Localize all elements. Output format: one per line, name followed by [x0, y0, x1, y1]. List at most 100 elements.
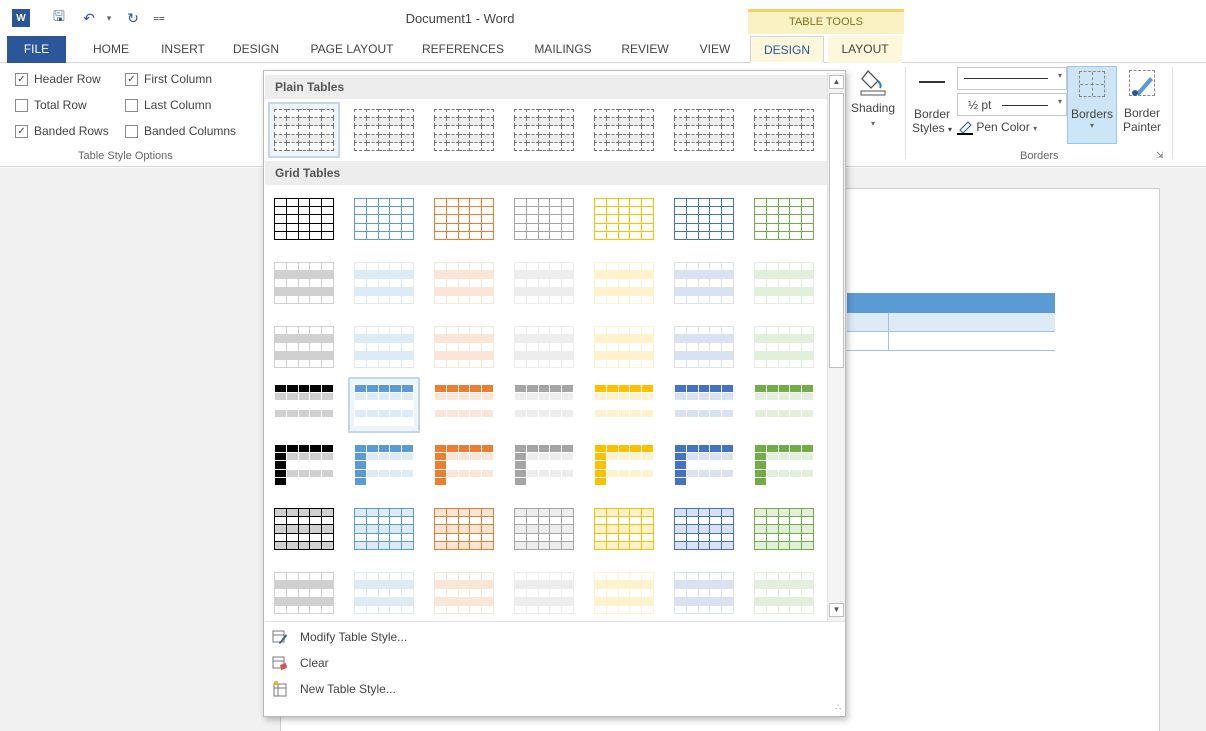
chevron-down-icon: ▾	[1089, 121, 1094, 130]
grid-table-style-2-5[interactable]	[588, 255, 660, 311]
grid-table-style-1-7[interactable]	[748, 191, 820, 247]
grid-table-style-6-7[interactable]	[748, 501, 820, 557]
grid-table-style-2-2[interactable]	[348, 255, 420, 311]
table-tools-context-label: TABLE TOOLS	[748, 9, 904, 34]
plain-table-style-7[interactable]	[748, 102, 820, 158]
tab-table-layout[interactable]: LAYOUT	[828, 36, 902, 63]
grid-table-style-6-6[interactable]	[668, 501, 740, 557]
grid-table-style-5-3[interactable]	[428, 437, 500, 493]
grid-table-style-5-4[interactable]	[508, 437, 580, 493]
grid-table-style-7-4[interactable]	[508, 565, 580, 621]
header-row-checkbox[interactable]: ✓ Header Row	[15, 72, 101, 86]
grid-table-style-1-6[interactable]	[668, 191, 740, 247]
chevron-down-icon: ▾	[948, 125, 953, 134]
grid-table-style-5-1[interactable]	[268, 437, 340, 493]
chevron-down-icon: ▾	[1033, 124, 1038, 133]
scrollbar-thumb[interactable]	[829, 93, 844, 368]
tab-references[interactable]: REFERENCES	[416, 36, 510, 63]
shading-button[interactable]: Shading ▾	[848, 67, 898, 145]
tab-page-layout[interactable]: PAGE LAYOUT	[300, 36, 404, 63]
grid-table-style-2-3[interactable]	[428, 255, 500, 311]
grid-table-style-5-5[interactable]	[588, 437, 660, 493]
tab-insert[interactable]: INSERT	[150, 36, 216, 63]
grid-table-style-3-6[interactable]	[668, 319, 740, 375]
grid-table-style-5-7[interactable]	[748, 437, 820, 493]
grid-table-style-3-4[interactable]	[508, 319, 580, 375]
tab-view[interactable]: VIEW	[686, 36, 744, 63]
plain-table-style-2[interactable]	[348, 102, 420, 158]
grid-table-style-2-7[interactable]	[748, 255, 820, 311]
grid-table-style-1-3[interactable]	[428, 191, 500, 247]
grid-table-style-3-1[interactable]	[268, 319, 340, 375]
plain-table-style-6[interactable]	[668, 102, 740, 158]
grid-table-style-4-5[interactable]	[588, 377, 660, 433]
tab-file[interactable]: FILE	[7, 36, 66, 63]
dialog-launcher-icon[interactable]: ⇲	[1156, 150, 1164, 161]
grid-table-style-7-2[interactable]	[348, 565, 420, 621]
checkbox-check-icon: ✓	[15, 72, 28, 86]
tab-home[interactable]: HOME	[78, 36, 144, 63]
plain-table-style-3[interactable]	[428, 102, 500, 158]
clear-table-style-menu-item[interactable]: Clear	[272, 652, 329, 674]
grid-table-style-6-5[interactable]	[588, 501, 660, 557]
grid-table-style-3-2[interactable]	[348, 319, 420, 375]
grid-table-style-1-4[interactable]	[508, 191, 580, 247]
grid-table-style-4-3[interactable]	[428, 377, 500, 433]
grid-table-style-4-6[interactable]	[668, 377, 740, 433]
grid-table-style-4-2[interactable]	[348, 377, 420, 433]
tab-mailings[interactable]: MAILINGS	[523, 36, 603, 63]
grid-table-style-3-7[interactable]	[748, 319, 820, 375]
plain-table-style-1[interactable]	[268, 102, 340, 158]
border-styles-button[interactable]: Border Styles ▾	[910, 71, 954, 149]
banded-columns-checkbox[interactable]: Banded Columns	[125, 124, 236, 138]
new-table-style-menu-item[interactable]: New Table Style...	[272, 678, 396, 700]
grid-table-style-7-1[interactable]	[268, 565, 340, 621]
grid-table-style-1-5[interactable]	[588, 191, 660, 247]
plain-table-style-4[interactable]	[508, 102, 580, 158]
grid-table-style-1-1[interactable]	[268, 191, 340, 247]
pen-color-button[interactable]: Pen Color ▾	[957, 120, 1057, 140]
grid-table-style-4-1[interactable]	[268, 377, 340, 433]
grid-table-style-6-4[interactable]	[508, 501, 580, 557]
grid-table-style-4-7[interactable]	[748, 377, 820, 433]
grid-table-style-6-2[interactable]	[348, 501, 420, 557]
line-weight-dropdown[interactable]: ½ pt ▾	[957, 93, 1067, 116]
chevron-down-icon: ▾	[870, 119, 875, 128]
clear-style-icon	[272, 655, 288, 671]
grid-table-style-4-4[interactable]	[508, 377, 580, 433]
scroll-up-icon[interactable]: ▲	[829, 75, 844, 89]
grid-table-style-7-5[interactable]	[588, 565, 660, 621]
line-style-dropdown[interactable]: ▾	[957, 67, 1067, 90]
grid-table-style-7-3[interactable]	[428, 565, 500, 621]
first-column-checkbox[interactable]: ✓ First Column	[125, 72, 212, 86]
scroll-down-icon[interactable]: ▼	[829, 603, 844, 617]
resize-grip-icon[interactable]: ∴	[835, 702, 841, 713]
tab-table-design[interactable]: DESIGN	[750, 36, 824, 63]
grid-table-style-2-6[interactable]	[668, 255, 740, 311]
grid-table-style-5-2[interactable]	[348, 437, 420, 493]
modify-table-style-menu-item[interactable]: Modify Table Style...	[272, 626, 407, 648]
grid-table-style-6-1[interactable]	[268, 501, 340, 557]
grid-table-style-7-7[interactable]	[748, 565, 820, 621]
document-table[interactable]	[847, 293, 1055, 351]
grid-table-style-1-2[interactable]	[348, 191, 420, 247]
grid-table-style-7-6[interactable]	[668, 565, 740, 621]
grid-table-style-2-4[interactable]	[508, 255, 580, 311]
grid-table-style-2-1[interactable]	[268, 255, 340, 311]
pen-icon	[957, 121, 973, 135]
grid-table-style-5-6[interactable]	[668, 437, 740, 493]
border-painter-button[interactable]: Border Painter	[1119, 66, 1165, 144]
banded-rows-checkbox[interactable]: ✓ Banded Rows	[15, 124, 109, 138]
gallery-scrollbar[interactable]: ▲ ▼	[827, 73, 845, 621]
grid-table-style-3-5[interactable]	[588, 319, 660, 375]
borders-button[interactable]: Borders ▾	[1067, 66, 1117, 144]
grid-table-style-6-3[interactable]	[428, 501, 500, 557]
tab-design[interactable]: DESIGN	[223, 36, 289, 63]
ribbon-tabs: FILE HOME INSERT DESIGN PAGE LAYOUT REFE…	[0, 36, 1206, 63]
total-row-checkbox[interactable]: Total Row	[15, 98, 87, 112]
tab-review[interactable]: REVIEW	[612, 36, 678, 63]
last-column-checkbox[interactable]: Last Column	[125, 98, 211, 112]
plain-table-style-5[interactable]	[588, 102, 660, 158]
table-style-options-label: Table Style Options	[78, 150, 173, 162]
grid-table-style-3-3[interactable]	[428, 319, 500, 375]
